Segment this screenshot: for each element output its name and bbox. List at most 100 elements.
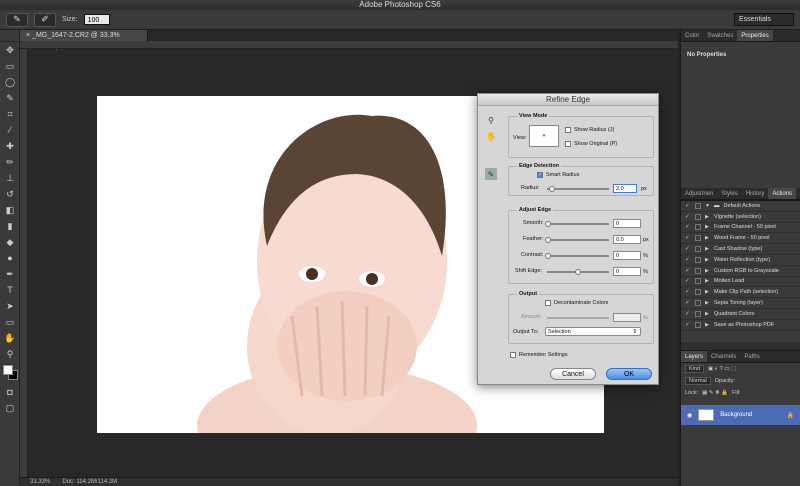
radius-slider[interactable] bbox=[547, 186, 609, 192]
shape-tool-icon[interactable]: ▭ bbox=[0, 314, 20, 330]
action-item[interactable]: ✓ ▶ Quadrant Colors bbox=[681, 309, 800, 320]
action-item[interactable]: ✓ ▶ Make Clip Path (selection) bbox=[681, 287, 800, 299]
tab-properties[interactable]: Properties bbox=[737, 30, 773, 41]
blend-mode-select[interactable]: Normal bbox=[685, 377, 711, 385]
dialog-toggle[interactable] bbox=[695, 235, 701, 242]
decontaminate-checkbox[interactable] bbox=[545, 300, 551, 306]
tab-channels[interactable]: Channels bbox=[707, 351, 740, 362]
workspace-switcher[interactable]: Essentials bbox=[734, 13, 794, 26]
dialog-toggle[interactable] bbox=[695, 278, 701, 285]
brush-preset-picker[interactable]: ✎ bbox=[6, 12, 28, 27]
foreground-color-swatch[interactable] bbox=[3, 365, 13, 375]
radius-input[interactable]: 2.0 bbox=[613, 184, 637, 193]
dialog-toggle[interactable] bbox=[695, 256, 701, 263]
marquee-tool-icon[interactable]: ▭ bbox=[0, 58, 20, 74]
brush-tool-icon[interactable]: ✏ bbox=[0, 154, 20, 170]
shift-edge-slider-knob[interactable] bbox=[575, 269, 581, 275]
move-tool-icon[interactable]: ✥ bbox=[0, 42, 20, 58]
contrast-slider[interactable] bbox=[545, 253, 609, 259]
dialog-toggle[interactable] bbox=[695, 202, 701, 209]
expand-triangle-icon[interactable]: ▶ bbox=[705, 246, 710, 252]
action-item[interactable]: ✓ ▶ Cast Shadow (type) bbox=[681, 244, 800, 255]
contrast-slider-knob[interactable] bbox=[545, 253, 551, 259]
tab-layers[interactable]: Layers bbox=[681, 351, 708, 362]
output-to-select[interactable]: Selection ⇕ bbox=[545, 327, 641, 336]
cancel-button[interactable]: Cancel bbox=[550, 368, 596, 380]
type-tool-icon[interactable]: T bbox=[0, 282, 20, 298]
smart-radius-checkbox[interactable]: ✓ bbox=[537, 172, 543, 178]
radius-slider-knob[interactable] bbox=[549, 186, 556, 192]
quick-mask-icon[interactable]: ◘ bbox=[0, 384, 20, 400]
horizontal-ruler[interactable] bbox=[20, 41, 678, 49]
size-input[interactable]: 100 bbox=[83, 14, 110, 25]
tab-adjustments[interactable]: Adjustmen bbox=[681, 188, 717, 199]
show-radius-checkbox[interactable] bbox=[565, 127, 571, 133]
dialog-toggle[interactable] bbox=[695, 289, 701, 296]
hand-tool-icon[interactable]: ✋ bbox=[0, 330, 20, 346]
eyedropper-tool-icon[interactable]: ⁄ bbox=[0, 122, 20, 138]
tab-history[interactable]: History bbox=[742, 188, 769, 199]
check-icon[interactable]: ✓ bbox=[685, 278, 691, 284]
healing-tool-icon[interactable]: ✚ bbox=[0, 138, 20, 154]
expand-triangle-icon[interactable]: ▶ bbox=[705, 214, 710, 220]
lasso-tool-icon[interactable]: ◯ bbox=[0, 74, 20, 90]
action-item[interactable]: ✓ ▶ Save as Photoshop PDF bbox=[681, 320, 800, 331]
smooth-slider[interactable] bbox=[545, 221, 609, 227]
color-swatches[interactable] bbox=[0, 362, 20, 384]
action-item[interactable]: ✓ ▶ Sepia Toning (layer) bbox=[681, 298, 800, 309]
expand-triangle-icon[interactable]: ▶ bbox=[705, 268, 710, 274]
shift-edge-slider[interactable] bbox=[547, 269, 609, 275]
quick-select-tool-icon[interactable]: ✎ bbox=[0, 90, 20, 106]
path-select-tool-icon[interactable]: ➤ bbox=[0, 298, 20, 314]
show-original-checkbox[interactable] bbox=[565, 141, 571, 147]
expand-triangle-icon[interactable]: ▶ bbox=[705, 289, 710, 295]
expand-triangle-icon[interactable]: ▼ bbox=[705, 203, 710, 209]
history-brush-tool-icon[interactable]: ↺ bbox=[0, 186, 20, 202]
dialog-toggle[interactable] bbox=[695, 246, 701, 253]
shift-edge-input[interactable]: 0 bbox=[613, 267, 641, 276]
zoom-icon[interactable]: ⚲ bbox=[485, 114, 497, 126]
refine-radius-brush-icon[interactable]: ✎ bbox=[485, 168, 497, 180]
kind-filter[interactable]: Kind bbox=[685, 365, 705, 373]
action-item[interactable]: ✓ ▶ Wood Frame - 50 pixel bbox=[681, 233, 800, 245]
check-icon[interactable]: ✓ bbox=[685, 257, 691, 263]
check-icon[interactable]: ✓ bbox=[685, 203, 691, 209]
expand-triangle-icon[interactable]: ▶ bbox=[705, 224, 710, 230]
expand-triangle-icon[interactable]: ▶ bbox=[705, 322, 710, 328]
expand-triangle-icon[interactable]: ▶ bbox=[705, 235, 710, 241]
tab-actions[interactable]: Actions bbox=[768, 188, 797, 199]
dialog-toggle[interactable] bbox=[695, 213, 701, 220]
dialog-toggle[interactable] bbox=[695, 321, 701, 328]
screen-mode-icon[interactable]: ▢ bbox=[0, 400, 20, 416]
refine-radius-tool-button[interactable]: ✐ bbox=[34, 12, 56, 27]
check-icon[interactable]: ✓ bbox=[685, 268, 691, 274]
gradient-tool-icon[interactable]: ▮ bbox=[0, 218, 20, 234]
hand-icon[interactable]: ✋ bbox=[485, 130, 497, 142]
zoom-level[interactable]: 33.33% bbox=[30, 478, 50, 486]
tab-color[interactable]: Color bbox=[681, 30, 703, 41]
action-item[interactable]: ✓ ▶ Frame Channel - 50 pixel bbox=[681, 223, 800, 234]
check-icon[interactable]: ✓ bbox=[685, 246, 691, 252]
action-item[interactable]: ✓ ▶ Molten Lead bbox=[681, 277, 800, 288]
view-mode-picker[interactable]: ▾ bbox=[529, 125, 559, 147]
panel-grip[interactable] bbox=[0, 30, 19, 42]
tab-paths[interactable]: Paths bbox=[740, 351, 763, 362]
tab-swatches[interactable]: Swatches bbox=[703, 30, 737, 41]
document-tab[interactable]: × _MG_1647-2.CR2 @ 33.3% (RGB/16*) bbox=[20, 30, 148, 50]
lock-icons[interactable]: ▦ ✎ ✥ 🔒 bbox=[702, 390, 728, 396]
feather-slider[interactable] bbox=[545, 237, 609, 243]
dialog-toggle[interactable] bbox=[695, 224, 701, 231]
contrast-input[interactable]: 0 bbox=[613, 251, 641, 260]
action-item[interactable]: ✓ ▶ Custom RGB to Grayscale bbox=[681, 266, 800, 277]
check-icon[interactable]: ✓ bbox=[685, 289, 691, 295]
blur-tool-icon[interactable]: ◆ bbox=[0, 234, 20, 250]
check-icon[interactable]: ✓ bbox=[685, 214, 691, 220]
dodge-tool-icon[interactable]: ● bbox=[0, 250, 20, 266]
check-icon[interactable]: ✓ bbox=[685, 235, 691, 241]
ok-button[interactable]: OK bbox=[606, 368, 652, 380]
feather-input[interactable]: 0.0 bbox=[613, 235, 641, 244]
stamp-tool-icon[interactable]: ⊥ bbox=[0, 170, 20, 186]
dialog-toggle[interactable] bbox=[695, 310, 701, 317]
vertical-ruler[interactable] bbox=[20, 49, 28, 479]
smooth-input[interactable]: 0 bbox=[613, 219, 641, 228]
